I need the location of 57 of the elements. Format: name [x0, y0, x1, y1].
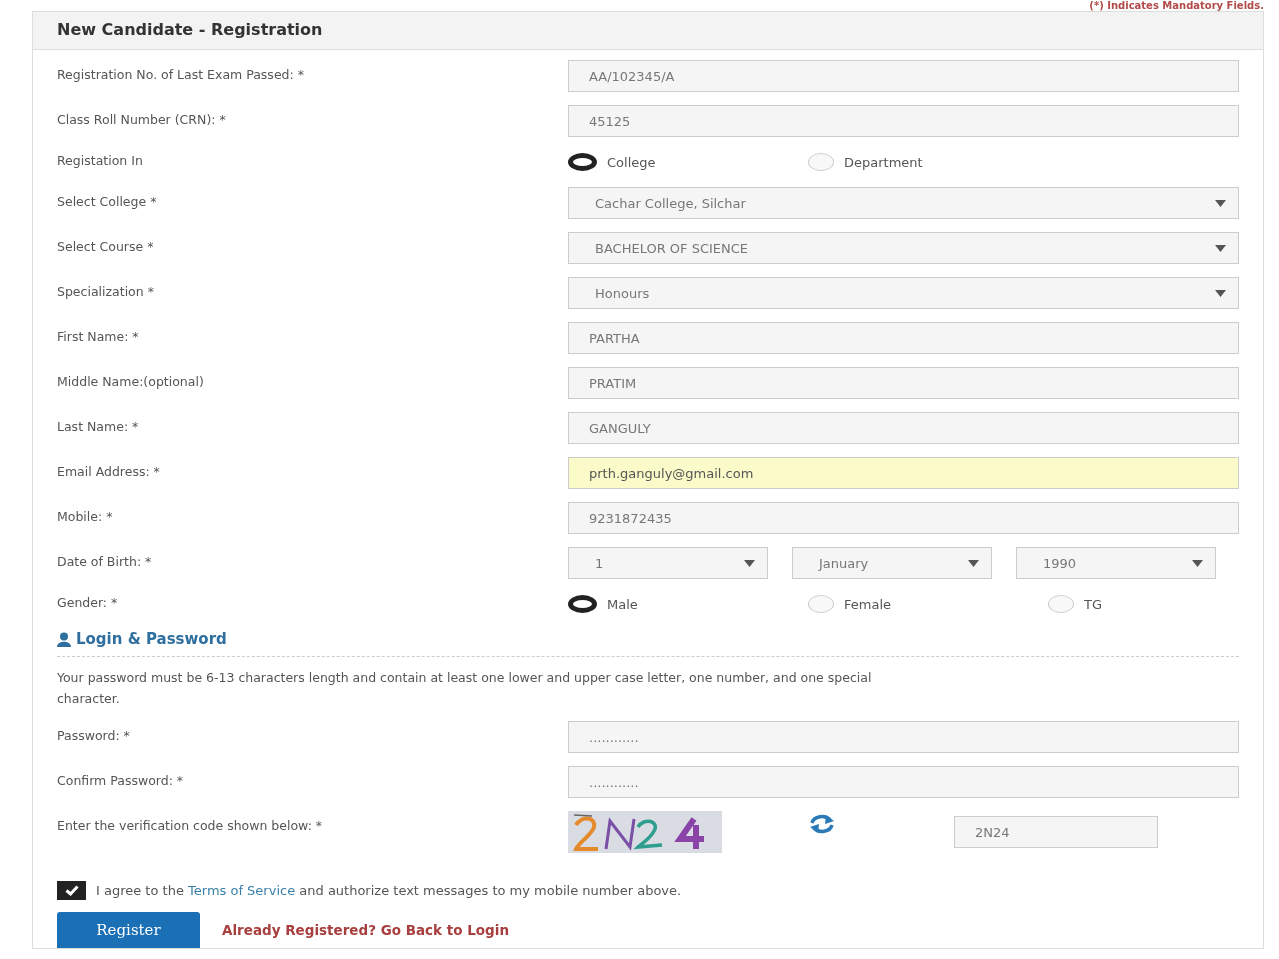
input-field[interactable]: PRATIM	[568, 367, 1239, 399]
register-button[interactable]: Register	[57, 912, 200, 948]
field-label: Email Address: *	[57, 463, 161, 479]
field-label: Confirm Password: *	[57, 772, 185, 788]
login-link[interactable]: Already Registered? Go Back to Login	[222, 922, 509, 938]
input-field[interactable]: AA/102345/A	[568, 60, 1239, 92]
radio-button[interactable]	[568, 595, 597, 613]
input-field[interactable]: GANGULY	[568, 412, 1239, 444]
checkmark-icon	[64, 885, 79, 896]
radio-button[interactable]	[568, 153, 597, 171]
input-field[interactable]: prth.ganguly@gmail.com	[568, 457, 1239, 489]
field-label: Middle Name:(optional)	[57, 373, 205, 389]
caret-icon	[1215, 199, 1226, 207]
field-label: Enter the verification code shown below: *	[57, 817, 324, 833]
field-label: Password: *	[57, 727, 131, 743]
section-title: Login & Password	[76, 630, 227, 648]
terms-link[interactable]: Terms of Service	[188, 883, 296, 898]
field-label: Specialization *	[57, 283, 155, 299]
field-label: Date of Birth: *	[57, 553, 153, 569]
caret-icon	[1215, 289, 1226, 297]
input-field[interactable]: 2N24	[954, 816, 1158, 848]
field-label: Last Name: *	[57, 418, 140, 434]
input-field[interactable]: 45125	[568, 105, 1239, 137]
radio-label[interactable]: Department	[844, 154, 923, 170]
agreement-text: I agree to the Terms of Service and authorize text messages to my mobile number above.	[96, 883, 682, 898]
input-field[interactable]: 9231872435	[568, 502, 1239, 534]
field-label: Select College *	[57, 193, 158, 209]
input-field[interactable]: PARTHA	[568, 322, 1239, 354]
checkbox[interactable]	[57, 881, 86, 900]
select-field[interactable]: 1	[568, 547, 768, 579]
select-field[interactable]: Honours	[568, 277, 1239, 309]
select-field[interactable]: January	[792, 547, 992, 579]
radio-label[interactable]: Female	[844, 596, 891, 612]
field-label: Registration No. of Last Exam Passed: *	[57, 66, 305, 82]
field-label: Registation In	[57, 152, 144, 168]
user-icon	[57, 631, 71, 647]
field-label: Mobile: *	[57, 508, 114, 524]
field-label: First Name: *	[57, 328, 140, 344]
caret-icon	[1192, 559, 1203, 567]
caret-icon	[1215, 244, 1226, 252]
radio-label[interactable]: TG	[1084, 596, 1102, 612]
caret-icon	[744, 559, 755, 567]
field-label: Gender: *	[57, 594, 119, 610]
select-field[interactable]: BACHELOR OF SCIENCE	[568, 232, 1239, 264]
password-hint: Your password must be 6-13 characters length and contain at least one lower and upper case letter, one number, and one special character.	[57, 669, 873, 708]
refresh-icon[interactable]	[808, 813, 836, 835]
input-field[interactable]: ............	[568, 721, 1239, 753]
field-label: Class Roll Number (CRN): *	[57, 111, 227, 127]
select-field[interactable]: Cachar College, Silchar	[568, 187, 1239, 219]
select-field[interactable]: 1990	[1016, 547, 1216, 579]
field-label: Select Course *	[57, 238, 155, 254]
radio-label[interactable]: College	[607, 154, 656, 170]
panel-title: New Candidate - Registration	[33, 12, 1263, 50]
input-field[interactable]: ............	[568, 766, 1239, 798]
radio-label[interactable]: Male	[607, 596, 638, 612]
mandatory-note: (*) Indicates Mandatory Fields.	[1089, 0, 1264, 11]
caret-icon	[968, 559, 979, 567]
